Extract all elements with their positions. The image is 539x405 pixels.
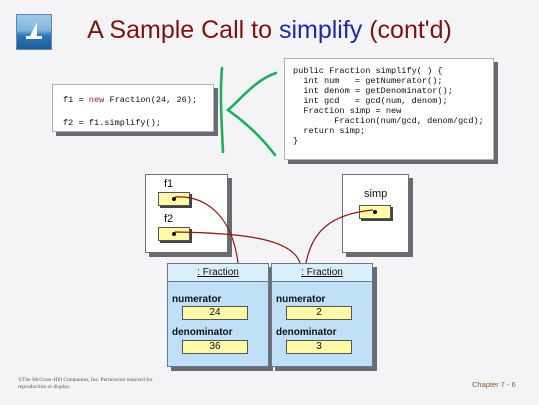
green-stroke-bracket: [225, 71, 278, 157]
simp-arrow: [305, 209, 374, 264]
copyright-notice: ©The McGraw-Hill Companies, Inc. Permiss…: [18, 377, 153, 390]
green-stroke-line: [219, 66, 225, 154]
arrows-overlay: [174, 66, 374, 264]
slide: A Sample Call to simplify (cont'd) f1 = …: [0, 0, 539, 405]
slide-number: Chapter 7 - 6: [472, 380, 516, 389]
f1-arrow: [174, 196, 239, 264]
